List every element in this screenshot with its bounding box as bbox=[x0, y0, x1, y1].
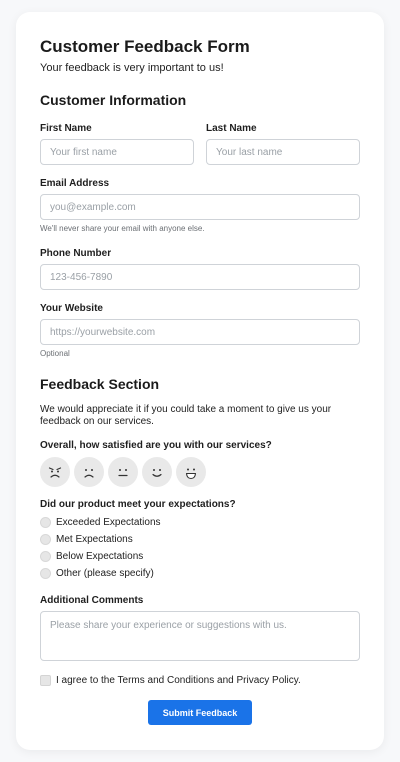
radio-label: Exceeded Expectations bbox=[56, 517, 161, 528]
first-name-label: First Name bbox=[40, 123, 92, 134]
website-hint: Optional bbox=[40, 349, 70, 358]
feedback-intro: We would appreciate it if you could take… bbox=[40, 404, 332, 427]
grin-face-icon[interactable] bbox=[176, 457, 206, 487]
last-name-input[interactable] bbox=[206, 139, 360, 165]
website-label: Your Website bbox=[40, 303, 103, 314]
phone-input[interactable] bbox=[40, 264, 360, 290]
form-title: Customer Feedback Form bbox=[40, 37, 250, 56]
radio-label: Below Expectations bbox=[56, 551, 144, 562]
website-input[interactable] bbox=[40, 319, 360, 345]
sad-face-icon[interactable] bbox=[74, 457, 104, 487]
first-name-input[interactable] bbox=[40, 139, 194, 165]
radio-label: Other (please specify) bbox=[56, 568, 154, 579]
email-hint: We'll never share your email with anyone… bbox=[40, 224, 205, 233]
email-label: Email Address bbox=[40, 178, 110, 189]
customer-info-heading: Customer Information bbox=[40, 92, 187, 108]
satisfaction-question: Overall, how satisfied are you with our … bbox=[40, 440, 272, 451]
expectations-question: Did our product meet your expectations? bbox=[40, 499, 236, 510]
terms-label: I agree to the Terms and Conditions and … bbox=[56, 675, 301, 686]
radio-met-expectations[interactable]: Met Expectations bbox=[40, 534, 133, 545]
email-input[interactable] bbox=[40, 194, 360, 220]
last-name-label: Last Name bbox=[206, 123, 257, 134]
submit-feedback-button[interactable]: Submit Feedback bbox=[148, 700, 252, 725]
form-subtitle: Your feedback is very important to us! bbox=[40, 62, 224, 74]
radio-circle[interactable] bbox=[40, 517, 51, 528]
terms-agreement[interactable]: I agree to the Terms and Conditions and … bbox=[40, 675, 301, 686]
radio-circle[interactable] bbox=[40, 551, 51, 562]
radio-other[interactable]: Other (please specify) bbox=[40, 568, 154, 579]
feedback-form-card: Customer Feedback Form Your feedback is … bbox=[16, 12, 384, 750]
comments-label: Additional Comments bbox=[40, 595, 144, 606]
phone-label: Phone Number bbox=[40, 248, 112, 259]
radio-circle[interactable] bbox=[40, 568, 51, 579]
comments-textarea[interactable] bbox=[40, 611, 360, 661]
smile-face-icon[interactable] bbox=[142, 457, 172, 487]
radio-below-expectations[interactable]: Below Expectations bbox=[40, 551, 143, 562]
angry-face-icon[interactable] bbox=[40, 457, 70, 487]
radio-circle[interactable] bbox=[40, 534, 51, 545]
radio-exceeded-expectations[interactable]: Exceeded Expectations bbox=[40, 517, 161, 528]
feedback-heading: Feedback Section bbox=[40, 376, 160, 392]
neutral-face-icon[interactable] bbox=[108, 457, 138, 487]
terms-checkbox[interactable] bbox=[40, 675, 51, 686]
radio-label: Met Expectations bbox=[56, 534, 133, 545]
satisfaction-rating bbox=[40, 457, 206, 487]
